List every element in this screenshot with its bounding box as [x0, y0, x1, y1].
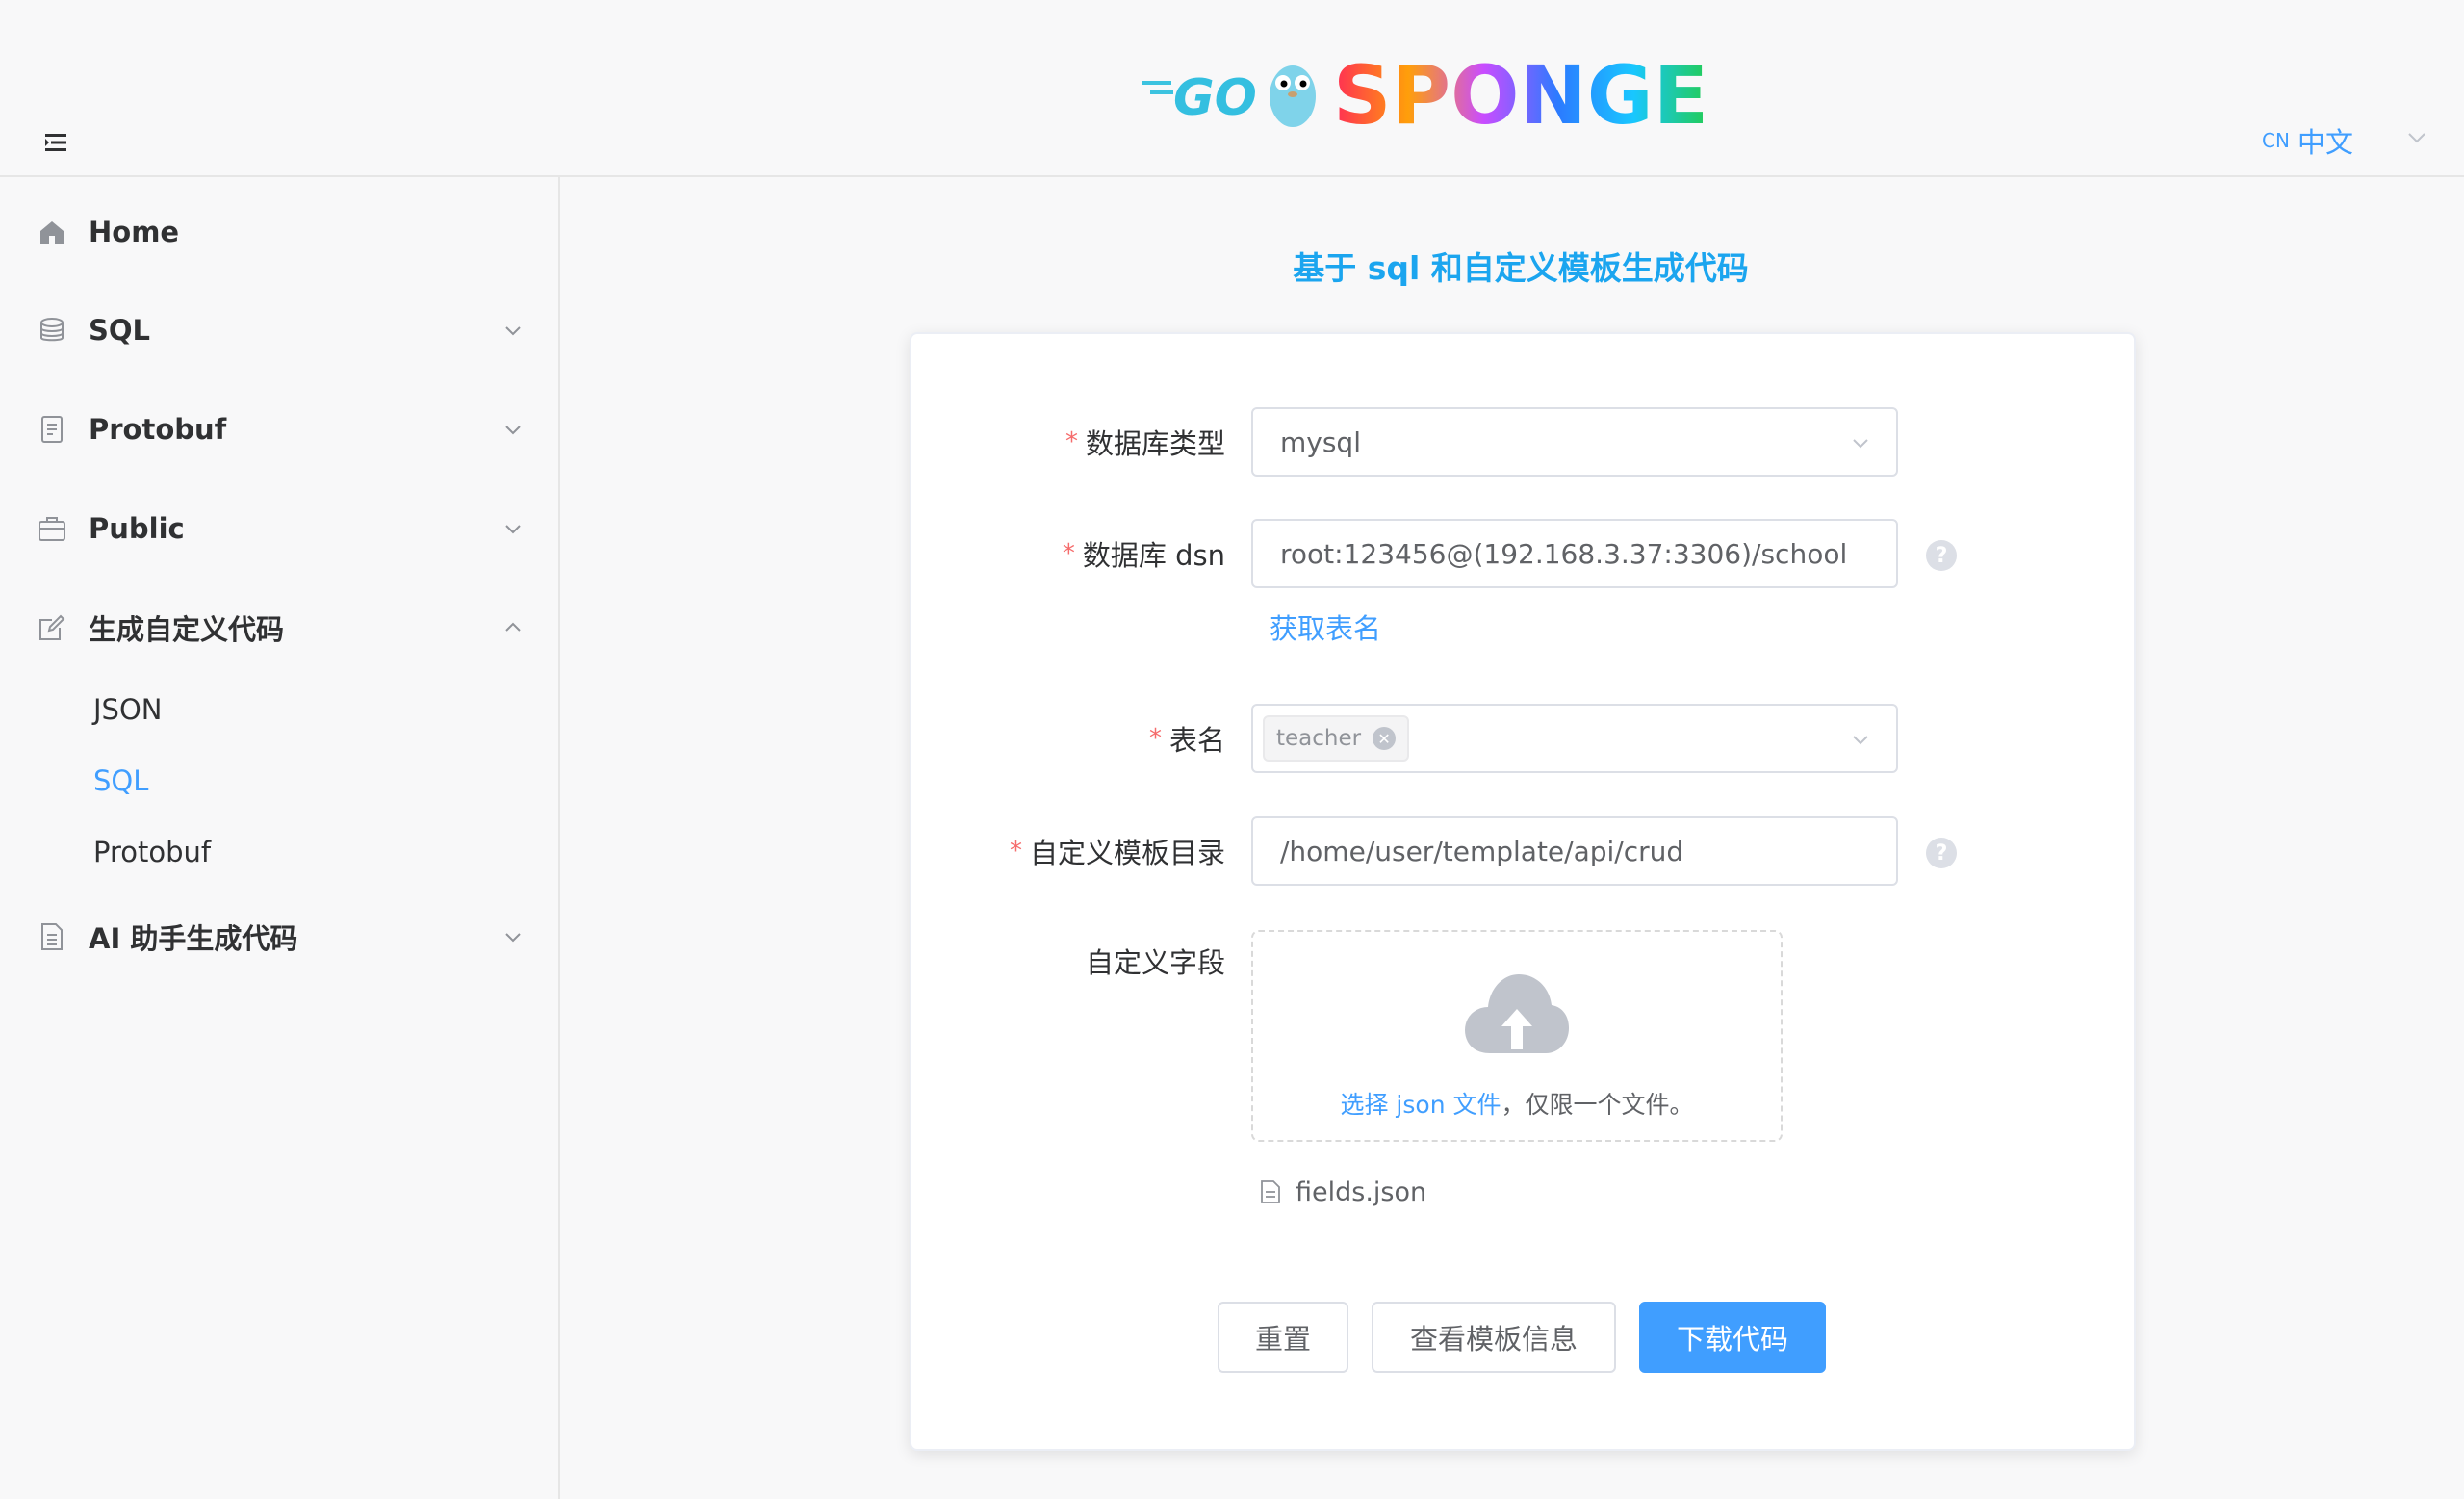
- table-name-label-text: 表名: [1168, 724, 1225, 757]
- dsn-label-text: 数据库 dsn: [1082, 539, 1225, 572]
- table-tag-label: teacher: [1276, 726, 1362, 751]
- upload-hint: ，仅限一个文件。: [1501, 1091, 1694, 1119]
- upload-select-link[interactable]: 选择 json 文件: [1340, 1091, 1501, 1119]
- sidebar-item-label: 生成自定义代码: [89, 613, 285, 646]
- language-code: CN: [2262, 129, 2290, 152]
- sidebar-item-label: Protobuf: [89, 413, 227, 446]
- chevron-down-icon: [505, 326, 521, 336]
- download-code-button[interactable]: 下载代码: [1639, 1302, 1826, 1373]
- template-dir-input[interactable]: /home/user/template/api/crud: [1251, 816, 1898, 886]
- cloud-upload-icon: [1465, 974, 1569, 1053]
- sidebar-subitem-sql[interactable]: SQL: [93, 757, 148, 805]
- document-icon: [41, 923, 63, 950]
- logo-go-text: GO: [1173, 69, 1257, 127]
- go-sponge-logo: GO SPONGE: [1142, 48, 1708, 141]
- sidebar-item-home[interactable]: Home: [0, 198, 558, 266]
- sidebar-item-label: Public: [89, 512, 185, 545]
- top-header: GO SPONGE CN 中文: [0, 0, 2464, 177]
- chevron-down-icon: [505, 933, 521, 943]
- uploaded-file-name: fields.json: [1296, 1176, 1427, 1207]
- db-type-label: * 数据库类型: [1065, 407, 1225, 477]
- dsn-input[interactable]: root:123456@(192.168.3.37:3306)/school: [1251, 519, 1898, 588]
- chevron-down-icon[interactable]: [2406, 127, 2427, 148]
- briefcase-icon: [38, 517, 65, 541]
- fetch-tables-link[interactable]: 获取表名: [1270, 607, 1381, 647]
- help-icon[interactable]: ?: [1926, 540, 1957, 571]
- sidebar-item-ai-code[interactable]: AI 助手生成代码: [0, 903, 558, 970]
- form-card: [910, 332, 2136, 1451]
- template-dir-label: * 自定义模板目录: [1010, 816, 1225, 886]
- sidebar-item-label: AI 助手生成代码: [89, 922, 298, 955]
- chevron-down-icon: [1853, 439, 1868, 449]
- chevron-up-icon: [505, 622, 521, 632]
- table-name-select[interactable]: teacher ✕: [1251, 704, 1898, 773]
- close-icon[interactable]: ✕: [1373, 727, 1397, 750]
- template-dir-value: /home/user/template/api/crud: [1280, 835, 1684, 867]
- custom-fields-label-text: 自定义字段: [1085, 946, 1225, 979]
- language-selector[interactable]: CN 中文: [2262, 121, 2353, 160]
- required-mark: *: [1148, 724, 1162, 753]
- logo-sponge-text: SPONGE: [1333, 48, 1708, 141]
- menu-fold-icon[interactable]: [42, 129, 69, 156]
- help-icon[interactable]: ?: [1926, 838, 1957, 868]
- sidebar-item-custom-code[interactable]: 生成自定义代码: [0, 594, 558, 661]
- language-label: 中文: [2297, 126, 2353, 159]
- sidebar-subitem-json[interactable]: JSON: [93, 685, 162, 734]
- required-mark: *: [1009, 837, 1022, 866]
- table-tag: teacher ✕: [1263, 715, 1410, 762]
- table-name-label: * 表名: [1149, 704, 1225, 773]
- uploaded-file-item[interactable]: fields.json: [1259, 1173, 1426, 1211]
- dsn-value: root:123456@(192.168.3.37:3306)/school: [1280, 537, 1848, 570]
- template-dir-label-text: 自定义模板目录: [1029, 837, 1225, 869]
- home-icon: [40, 221, 64, 244]
- sidebar-subitem-protobuf[interactable]: Protobuf: [93, 828, 211, 876]
- sidebar-item-label: SQL: [89, 314, 151, 347]
- chevron-down-icon: [505, 525, 521, 534]
- sidebar: Home SQL Protobuf Public 生成自定义代码 JSON SQ…: [0, 177, 560, 1499]
- reset-button[interactable]: 重置: [1218, 1302, 1348, 1373]
- sidebar-item-label: Home: [89, 216, 180, 248]
- db-type-select[interactable]: mysql: [1251, 407, 1898, 477]
- sidebar-item-sql[interactable]: SQL: [0, 297, 558, 364]
- page-title: 基于 sql 和自定义模板生成代码: [1293, 249, 1749, 287]
- view-template-button[interactable]: 查看模板信息: [1372, 1302, 1616, 1373]
- chevron-down-icon: [1853, 736, 1868, 745]
- dsn-label: * 数据库 dsn: [1063, 519, 1225, 588]
- sidebar-item-public[interactable]: Public: [0, 495, 558, 562]
- database-icon: [40, 318, 64, 342]
- custom-fields-label: 自定义字段: [1086, 926, 1225, 995]
- sidebar-item-protobuf[interactable]: Protobuf: [0, 396, 558, 463]
- upload-dropzone[interactable]: 选择 json 文件，仅限一个文件。: [1251, 930, 1783, 1142]
- chevron-down-icon: [505, 426, 521, 435]
- required-mark: *: [1062, 539, 1075, 568]
- edit-icon: [39, 614, 65, 640]
- required-mark: *: [1065, 427, 1078, 456]
- upload-text: 选择 json 文件，仅限一个文件。: [1253, 1086, 1781, 1121]
- file-icon: [1261, 1180, 1280, 1203]
- db-type-value: mysql: [1280, 426, 1361, 458]
- document-icon: [41, 416, 63, 443]
- db-type-label-text: 数据库类型: [1085, 427, 1225, 460]
